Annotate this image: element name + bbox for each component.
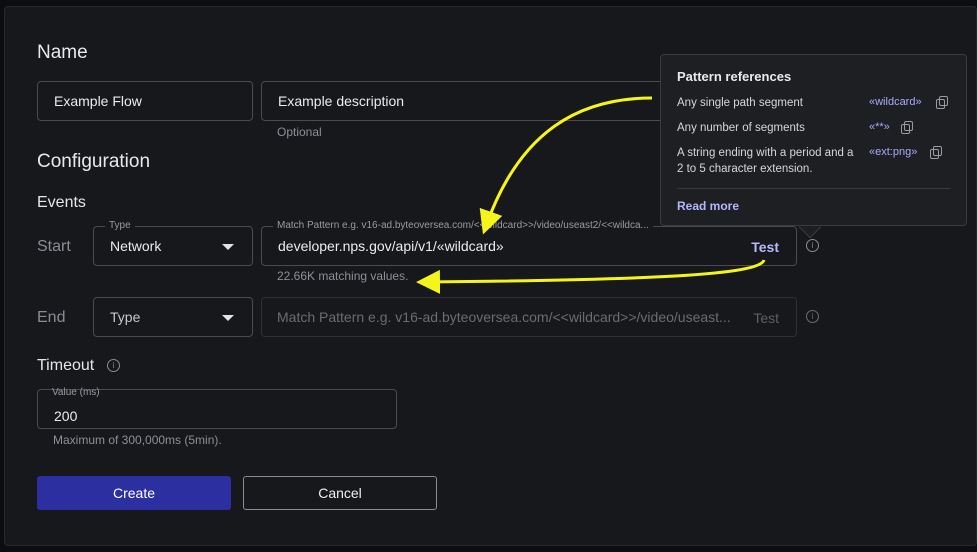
annotation-arrow-pattern <box>479 96 653 235</box>
annotation-arrows <box>416 96 766 294</box>
annotation-arrow-matching <box>416 259 766 294</box>
